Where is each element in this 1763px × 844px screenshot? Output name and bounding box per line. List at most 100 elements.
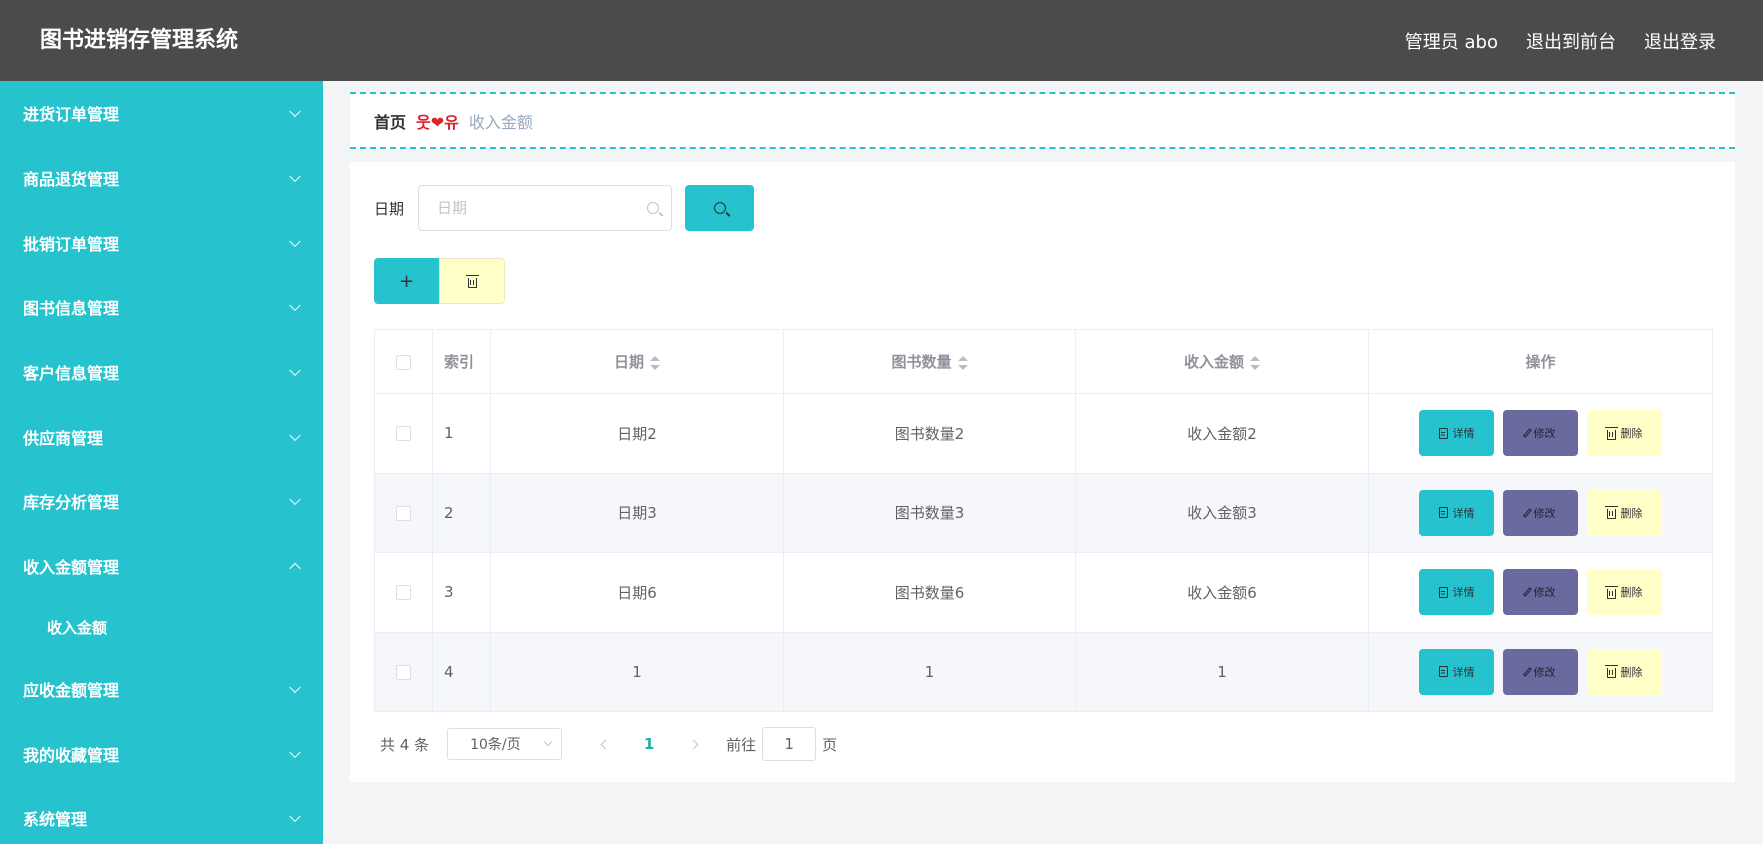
cell-actions: 详情 修改 删除	[1368, 472, 1713, 553]
sidebar-item-purchase-orders[interactable]: 进货订单管理	[0, 81, 323, 146]
edit-label: 修改	[1533, 506, 1556, 520]
table-header-row: 索引 日期 图书数量 收入金额 操作	[374, 329, 1713, 394]
goto-page-input[interactable]	[762, 727, 817, 761]
column-header-income[interactable]: 收入金额	[1075, 329, 1369, 394]
chevron-down-icon	[289, 494, 301, 506]
batch-delete-button[interactable]	[439, 258, 505, 304]
cell-index: 3	[432, 552, 491, 633]
content-panel: 日期 + 索引 日期 图书数量 收入金额 操作	[350, 162, 1735, 782]
detail-button[interactable]: 详情	[1419, 648, 1494, 695]
logout-link[interactable]: 退出登录	[1644, 28, 1716, 54]
detail-button[interactable]: 详情	[1419, 410, 1494, 457]
delete-button[interactable]: 删除	[1587, 489, 1662, 536]
trash-icon	[1604, 426, 1618, 440]
column-header-label: 图书数量	[891, 353, 952, 371]
search-icon	[647, 202, 660, 214]
edit-button[interactable]: 修改	[1503, 569, 1578, 616]
detail-label: 详情	[1452, 506, 1475, 520]
row-checkbox[interactable]	[396, 664, 411, 680]
date-search-field[interactable]	[418, 185, 673, 231]
admin-user-link[interactable]: 管理员 abo	[1405, 28, 1498, 54]
cell-index: 4	[432, 631, 491, 712]
date-search-input[interactable]	[419, 186, 672, 230]
sort-caret-icon[interactable]	[650, 355, 660, 371]
delete-button[interactable]: 删除	[1587, 410, 1662, 457]
add-button[interactable]: +	[374, 258, 439, 304]
trash-icon	[465, 274, 479, 288]
select-all-checkbox[interactable]	[396, 354, 411, 370]
sidebar-item-returns[interactable]: 商品退货管理	[0, 146, 323, 211]
edit-button[interactable]: 修改	[1503, 648, 1578, 695]
breadcrumb: 首页 웃❤유 收入金额	[350, 92, 1735, 149]
sidebar-item-label: 图书信息管理	[23, 299, 120, 319]
cell-actions: 详情 修改 删除	[1368, 631, 1713, 712]
row-checkbox[interactable]	[396, 585, 411, 601]
delete-button[interactable]: 删除	[1587, 569, 1662, 616]
trash-icon	[1604, 506, 1618, 520]
column-header-date[interactable]: 日期	[490, 329, 784, 394]
goto-label: 前往	[726, 735, 757, 754]
prev-page-button[interactable]	[590, 729, 620, 759]
chevron-down-icon	[289, 300, 301, 312]
sidebar-item-label: 批销订单管理	[23, 234, 120, 254]
delete-button[interactable]: 删除	[1587, 648, 1662, 695]
sidebar-item-favorites[interactable]: 我的收藏管理	[0, 721, 323, 786]
chevron-down-icon	[289, 810, 301, 823]
column-header-book-count[interactable]: 图书数量	[783, 329, 1076, 394]
cell-date: 1	[490, 631, 784, 712]
cell-income: 收入金额2	[1075, 393, 1369, 474]
sidebar-subitem-income-amount[interactable]: 收入金额	[0, 599, 323, 657]
sidebar-item-wholesale-orders[interactable]: 批销订单管理	[0, 210, 323, 275]
edit-button[interactable]: 修改	[1503, 410, 1578, 457]
pencil-icon	[1522, 587, 1532, 598]
breadcrumb-home[interactable]: 首页	[374, 109, 406, 133]
sort-caret-icon[interactable]	[957, 355, 968, 371]
row-select-cell	[374, 552, 433, 633]
detail-label: 详情	[1452, 665, 1475, 679]
pagination: 共 4 条 10条/页 1 前往 页	[380, 727, 837, 761]
row-checkbox[interactable]	[396, 426, 411, 442]
document-icon	[1438, 666, 1448, 678]
sidebar-item-label: 进货订单管理	[23, 105, 120, 125]
page-size-select[interactable]: 10条/页	[447, 728, 563, 760]
sidebar-item-system[interactable]: 系统管理	[0, 786, 323, 844]
cell-date: 日期6	[490, 552, 784, 633]
sidebar-item-receivables[interactable]: 应收金额管理	[0, 657, 323, 722]
detail-label: 详情	[1452, 586, 1475, 600]
sidebar-item-label: 库存分析管理	[23, 493, 120, 513]
sidebar-item-inventory-analysis[interactable]: 库存分析管理	[0, 469, 323, 534]
edit-button[interactable]: 修改	[1503, 489, 1578, 536]
breadcrumb-separator: 웃❤유	[416, 112, 459, 132]
search-button[interactable]	[685, 185, 755, 231]
row-checkbox[interactable]	[396, 505, 411, 521]
exit-to-front-link[interactable]: 退出到前台	[1526, 28, 1616, 54]
sidebar-item-suppliers[interactable]: 供应商管理	[0, 404, 323, 469]
sidebar-item-label: 应收金额管理	[23, 680, 120, 700]
trash-icon	[1604, 665, 1618, 679]
header-links: 管理员 abo 退出到前台 退出登录	[1405, 0, 1716, 81]
breadcrumb-current: 收入金额	[468, 112, 533, 132]
sidebar-item-label: 客户信息管理	[23, 364, 120, 384]
chevron-down-icon	[289, 364, 301, 377]
chevron-up-icon	[289, 562, 301, 575]
sidebar-item-book-info[interactable]: 图书信息管理	[0, 275, 323, 340]
detail-button[interactable]: 详情	[1419, 569, 1494, 616]
sidebar-item-label: 商品退货管理	[23, 170, 120, 190]
next-page-button[interactable]	[678, 729, 708, 759]
income-table: 索引 日期 图书数量 收入金额 操作 1 日期2 图书数量 2 收入金额2 详情 …	[374, 329, 1713, 712]
detail-button[interactable]: 详情	[1419, 489, 1494, 536]
pencil-icon	[1522, 666, 1532, 677]
delete-label: 删除	[1620, 665, 1643, 679]
row-actions: 详情 修改 删除	[1369, 410, 1712, 457]
sidebar-item-customer-info[interactable]: 客户信息管理	[0, 340, 323, 405]
cell-date: 日期2	[490, 393, 784, 474]
page-number-current[interactable]: 1	[620, 735, 678, 753]
cell-index: 2	[432, 472, 491, 553]
sidebar-item-income[interactable]: 收入金额管理	[0, 534, 323, 599]
column-header-actions: 操作	[1368, 329, 1713, 394]
edit-label: 修改	[1533, 586, 1556, 600]
sidebar-item-label: 系统管理	[23, 810, 88, 830]
row-select-cell	[374, 472, 433, 553]
table-row: 3 日期6 图书数量6 收入金额6 详情 修改 删除	[374, 552, 1713, 633]
sort-caret-icon[interactable]	[1250, 355, 1260, 371]
